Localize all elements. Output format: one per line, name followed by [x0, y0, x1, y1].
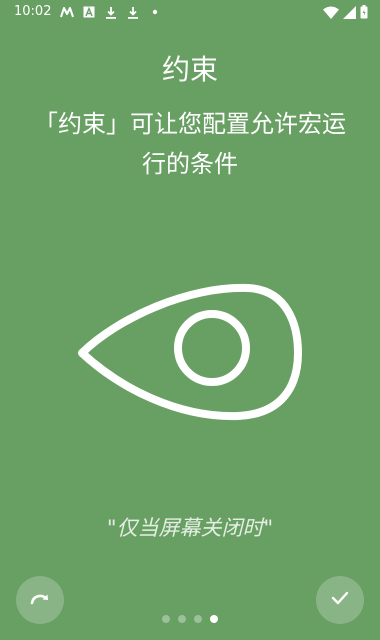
page-dot-active [210, 615, 218, 623]
page-dot [178, 615, 186, 623]
redo-arrow-icon [29, 590, 51, 610]
page-description: 「约束」可让您配置允许宏运行的条件 [34, 110, 346, 178]
page-title: 约束 [161, 53, 218, 86]
page-dot [194, 615, 202, 623]
status-time: 10:02 [14, 4, 52, 19]
dot-icon [148, 5, 162, 19]
check-icon [330, 590, 350, 610]
signal-icon [343, 5, 356, 19]
status-notification-icons [60, 4, 162, 20]
status-bar: 10:02 [0, 0, 380, 24]
example-text: "仅当屏幕关闭时" [106, 516, 274, 540]
download-icon [126, 5, 140, 19]
download-icon [104, 5, 118, 19]
m-notification-icon [60, 5, 74, 19]
eye-icon [70, 276, 310, 426]
skip-button[interactable] [16, 576, 64, 624]
battery-icon [360, 5, 368, 19]
page-dot [162, 615, 170, 623]
page-indicator [162, 615, 218, 623]
a-notification-icon [82, 5, 96, 19]
wifi-icon [323, 6, 339, 19]
status-system-icons [323, 4, 368, 20]
done-button[interactable] [316, 576, 364, 624]
